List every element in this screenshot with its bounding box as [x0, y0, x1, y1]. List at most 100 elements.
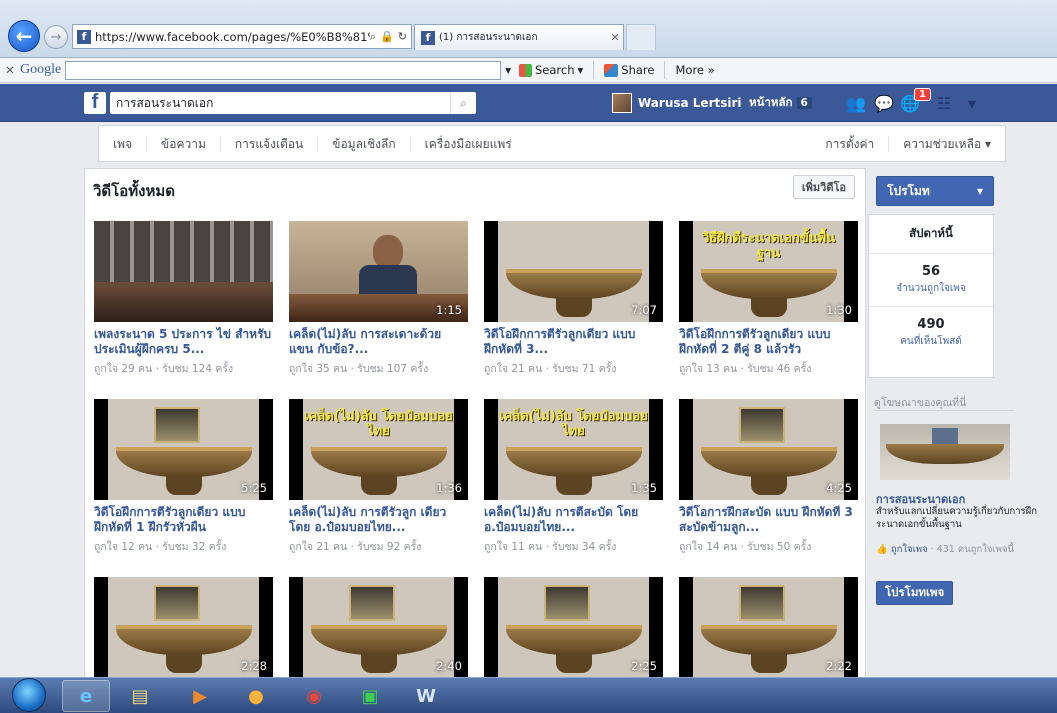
- video-card[interactable]: 1:15 เคล็ด(ไม่)ลับ การสะเดาะด้วย แขน กับ…: [289, 221, 469, 377]
- videos-panel: วิดีโอทั้งหมด เพิ่มวิดีโอ 0:54 เพลงระนาด…: [84, 168, 866, 678]
- chevron-down-icon: ▾: [577, 63, 584, 77]
- facebook-logo-icon[interactable]: f: [84, 91, 106, 114]
- close-tab-icon[interactable]: ✕: [607, 31, 623, 44]
- paint-icon[interactable]: ●: [232, 680, 280, 712]
- ads-header: ดูโฆษณาของคุณที่นี่: [874, 397, 967, 409]
- nav-item-page[interactable]: เพจ: [99, 135, 148, 152]
- arrow-right-icon: →: [50, 29, 62, 45]
- nav-item-insights[interactable]: ข้อมูลเชิงลึก: [318, 135, 411, 152]
- friend-requests-icon[interactable]: 👥: [846, 94, 866, 113]
- video-thumbnail[interactable]: เคล็ด(ไม่)ลับ โดยป๋อมบอยไทย 1:35: [484, 399, 663, 500]
- video-thumbnail[interactable]: 2:25: [484, 577, 663, 678]
- browser-tab[interactable]: f (1) การสอนระนาดเอก ✕: [414, 24, 624, 50]
- share-button[interactable]: Share: [600, 63, 658, 77]
- chrome-icon[interactable]: ◉: [290, 680, 338, 712]
- user-name: Warusa Lertsiri: [638, 96, 742, 110]
- video-title[interactable]: เคล็ด(ไม่)ลับ การตีสะบัด โดย อ.ป๋อมบอยไท…: [484, 505, 664, 535]
- video-duration: 0:54: [241, 303, 267, 317]
- windows-taskbar: e ▤ ▶ ● ◉ ▣ W: [0, 677, 1057, 713]
- profile-link[interactable]: Warusa Lertsiri: [612, 92, 742, 114]
- internet-explorer-icon[interactable]: e: [62, 680, 110, 712]
- new-tab-button[interactable]: [626, 24, 656, 50]
- media-player-icon[interactable]: ▶: [176, 680, 224, 712]
- video-title[interactable]: วิดีโอฝึกการตีรัวลูกเดียว แบบฝึกหัดที่ 2…: [679, 327, 859, 357]
- toolbar-dropdown[interactable]: ▾: [501, 63, 515, 77]
- address-url[interactable]: https://www.facebook.com/pages/%E0%B8%81…: [95, 30, 370, 44]
- post-reach-label[interactable]: คนที่เห็นโพสต์: [869, 334, 993, 349]
- video-card[interactable]: เคล็ด(ไม่)ลับ โดยป๋อมบอยไทย 1:36 เคล็ด(ไม…: [289, 399, 469, 555]
- video-thumbnail[interactable]: 5:25: [94, 399, 273, 500]
- nav-item-publishing-tools[interactable]: เครื่องมือเผยแพร่: [411, 136, 526, 152]
- nav-item-settings[interactable]: การตั้งค่า: [811, 135, 890, 152]
- video-thumbnail[interactable]: 2:40: [289, 577, 468, 678]
- video-duration: 2:28: [241, 659, 267, 673]
- close-toolbar-icon[interactable]: ✕: [0, 63, 20, 77]
- nav-item-messages[interactable]: ข้อความ: [147, 135, 221, 152]
- nav-item-help[interactable]: ความช่วยเหลือ ▾: [889, 136, 1005, 152]
- ad-like-count: · 431 คนถูกใจเพจนี้: [927, 544, 1014, 555]
- video-card[interactable]: วิธีฝึกตีระนาดเอกขั้นพื้นฐาน 1:30 วิดีโอฝ…: [679, 221, 859, 377]
- refresh-icon[interactable]: ↻: [398, 30, 407, 44]
- google-search-button[interactable]: Search ▾: [515, 63, 587, 77]
- arrow-left-icon: ←: [15, 24, 33, 48]
- video-title[interactable]: เพลงระนาด 5 ประการ ไข่ สำหรับประเมินผู้ฝ…: [94, 327, 274, 357]
- video-duration: 5:25: [241, 481, 267, 495]
- file-explorer-icon[interactable]: ▤: [116, 680, 164, 712]
- video-duration: 2:25: [631, 659, 657, 673]
- home-link[interactable]: หน้าหลัก 6: [749, 92, 812, 114]
- ad-like-line: 👍 ถูกใจเพจ · 431 คนถูกใจเพจนี้: [876, 543, 1016, 556]
- video-card[interactable]: 5:25 วิดีโอฝึกการตีรัวลูกเดียว แบบฝึกหัด…: [94, 399, 274, 555]
- google-search-input[interactable]: [65, 60, 502, 80]
- google-toolbar: ✕ Google ▾ Search ▾ Share More »: [0, 58, 1057, 83]
- thumbs-up-icon[interactable]: 👍: [876, 544, 891, 555]
- video-card[interactable]: 2:25: [484, 577, 664, 678]
- video-thumbnail[interactable]: 2:22: [679, 577, 858, 678]
- more-button[interactable]: More »: [671, 63, 718, 77]
- forward-button[interactable]: →: [44, 25, 68, 49]
- video-card[interactable]: 2:40: [289, 577, 469, 678]
- start-button[interactable]: [12, 678, 46, 712]
- video-title[interactable]: วิดีโอฝึกการตีรัวลูกเดียว แบบฝึกหัดที่ 3…: [484, 327, 664, 357]
- line-app-icon[interactable]: ▣: [346, 680, 394, 712]
- page-likes-label[interactable]: จำนวนถูกใจเพจ: [869, 281, 993, 296]
- video-thumbnail[interactable]: 7:07: [484, 221, 663, 322]
- facebook-search-field[interactable]: การสอนระนาดเอก ⌕: [110, 92, 476, 114]
- video-thumbnail[interactable]: 1:15: [289, 221, 468, 322]
- ad-image[interactable]: [880, 424, 1010, 480]
- video-card[interactable]: 4:25 วิดีโอการฝึกสะบัด แบบ ฝึกหัดที่ 3 ส…: [679, 399, 859, 555]
- video-title[interactable]: วิดีโอฝึกการตีรัวลูกเดียว แบบฝึกหัดที่ 1…: [94, 505, 274, 535]
- promote-button[interactable]: โปรโมท ▾: [876, 176, 994, 206]
- account-menu-icon[interactable]: ▾: [962, 94, 982, 113]
- search-icon[interactable]: ⌕: [370, 30, 376, 44]
- promote-label: โปรโมท: [887, 183, 930, 198]
- search-icon[interactable]: ⌕: [450, 92, 476, 114]
- video-thumbnail[interactable]: เคล็ด(ไม่)ลับ โดยป๋อมบอยไทย 1:36: [289, 399, 468, 500]
- lock-icon: 🔒: [380, 29, 394, 43]
- video-card[interactable]: 2:22: [679, 577, 859, 678]
- add-video-button[interactable]: เพิ่มวิดีโอ: [792, 175, 855, 199]
- like-page-link[interactable]: ถูกใจเพจ: [891, 544, 928, 555]
- video-title[interactable]: เคล็ด(ไม่)ลับ การสะเดาะด้วย แขน กับข้อ?.…: [289, 327, 469, 357]
- video-thumbnail[interactable]: 2:28: [94, 577, 273, 678]
- promote-page-button[interactable]: โปรโมทเพจ: [876, 581, 954, 605]
- video-card[interactable]: เคล็ด(ไม่)ลับ โดยป๋อมบอยไทย 1:35 เคล็ด(ไม…: [484, 399, 664, 555]
- word-icon[interactable]: W: [402, 680, 450, 712]
- back-button[interactable]: ←: [8, 20, 40, 52]
- video-thumbnail[interactable]: 4:25: [679, 399, 858, 500]
- address-bar[interactable]: f https://www.facebook.com/pages/%E0%B8%…: [72, 24, 412, 49]
- video-title[interactable]: วิดีโอการฝึกสะบัด แบบ ฝึกหัดที่ 3 สะบัดข…: [679, 505, 859, 535]
- video-thumbnail[interactable]: วิธีฝึกตีระนาดเอกขั้นพื้นฐาน 1:30: [679, 221, 858, 322]
- video-title[interactable]: เคล็ด(ไม่)ลับ การตีรัวลูก เดียว โดย อ.ป๋…: [289, 505, 469, 535]
- week-label: สัปดาห์นี้: [909, 226, 953, 240]
- avatar: [612, 93, 632, 113]
- video-card[interactable]: 0:54 เพลงระนาด 5 ประการ ไข่ สำหรับประเมิ…: [94, 221, 274, 377]
- video-card[interactable]: 7:07 วิดีโอฝึกการตีรัวลูกเดียว แบบฝึกหัด…: [484, 221, 664, 377]
- video-thumbnail[interactable]: 0:54: [94, 221, 273, 322]
- messages-icon[interactable]: 💬: [874, 94, 894, 113]
- video-card[interactable]: 2:28: [94, 577, 274, 678]
- share-label: Share: [621, 63, 655, 77]
- search-input[interactable]: การสอนระนาดเอก: [116, 94, 450, 113]
- privacy-shortcuts-icon[interactable]: ☷: [934, 94, 954, 113]
- nav-item-notifications[interactable]: การแจ้งเตือน: [221, 135, 319, 152]
- chevron-down-icon: ▾: [976, 184, 983, 198]
